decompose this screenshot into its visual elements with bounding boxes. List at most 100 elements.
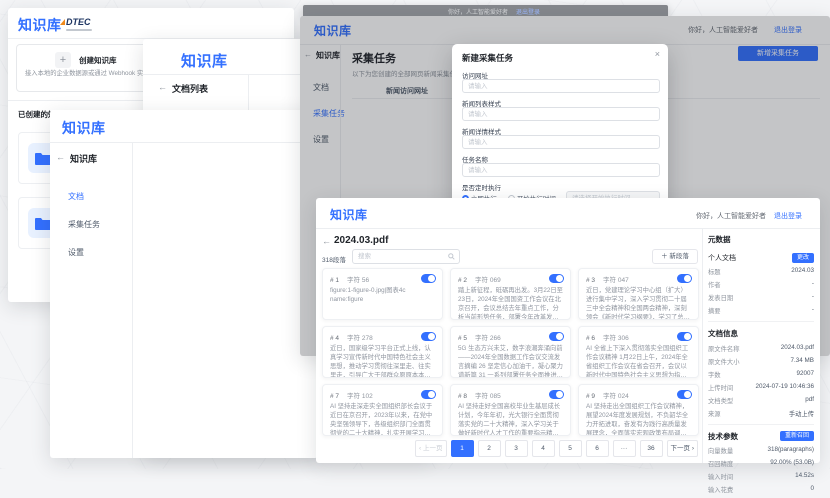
page-number[interactable]: 6	[586, 440, 609, 457]
chunk-card[interactable]: # 7 字符 102 AI 坚持走深走实全国组织部长会议于近日在京召开，2023年以…	[322, 384, 443, 436]
app-logo: 知识库	[330, 206, 368, 223]
page-ellipsis[interactable]: ···	[613, 440, 636, 457]
page-number[interactable]: 3	[505, 440, 528, 457]
chunk-char-count: 字符 047	[603, 277, 629, 284]
page-number[interactable]: 4	[532, 440, 555, 457]
chunk-char-count: 字符 266	[475, 335, 501, 342]
sidebar-item-tasks[interactable]: 采集任务	[68, 219, 100, 230]
chunk-toggle[interactable]	[549, 332, 564, 341]
meta-row: 文档类型pdf	[708, 396, 814, 405]
metadata-sidebar: 元数据 更改 个人文档 标题2024.03 作者- 发表日期- 摘要- 文档信息…	[708, 228, 814, 498]
sidebar-item-settings[interactable]: 设置	[68, 247, 84, 258]
chunk-card[interactable]: # 3 字符 047 近日，党建理论学习中心组（扩大）进行集中学习，深入学习贯彻二十…	[578, 268, 699, 320]
meta-row: 作者-	[708, 280, 814, 289]
field-input-detail-style[interactable]	[462, 135, 660, 149]
create-kb-title: 创建知识库	[79, 55, 117, 66]
chunk-id: # 1	[330, 277, 339, 284]
search-icon	[448, 253, 455, 260]
greeting-text: 你好，人工智能爱好者	[448, 7, 508, 16]
meta-row: 来源手动上传	[708, 409, 814, 418]
chunk-toggle[interactable]	[677, 332, 692, 341]
greeting-text: 你好，人工智能爱好者	[696, 211, 766, 221]
chunk-id: # 7	[330, 393, 339, 400]
chunk-toggle[interactable]	[549, 274, 564, 283]
meta-row: 原文件大小7.34 MB	[708, 357, 814, 366]
chunk-id: # 9	[586, 393, 595, 400]
recall-button[interactable]: 重新召回	[780, 431, 814, 441]
meta-row: 发表日期-	[708, 293, 814, 302]
page-number[interactable]: 5	[559, 440, 582, 457]
metadata-heading: 元数据	[708, 234, 814, 245]
add-paragraph-button[interactable]: ＋ 新段落	[652, 249, 698, 264]
tech-heading: 技术参数	[708, 431, 738, 442]
field-input-url[interactable]	[462, 79, 660, 93]
chunk-id: # 2	[458, 277, 467, 284]
meta-row: 上传时间2024-07-19 10:46:36	[708, 383, 814, 392]
chunk-id: # 5	[458, 335, 467, 342]
edit-personal-button[interactable]: 更改	[792, 253, 814, 263]
chunk-card[interactable]: # 1字符 56figure:1-figure-0.jpg|图表4c name:…	[322, 268, 443, 320]
close-icon[interactable]: ×	[655, 49, 660, 59]
chunk-toggle[interactable]	[421, 274, 436, 283]
chunk-grid: # 1字符 56figure:1-figure-0.jpg|图表4c name:…	[322, 268, 700, 436]
dtec-logo-caption	[66, 29, 92, 31]
chunk-card[interactable]: # 8字符 085AI 坚持走好全国高校毕业生基层成长计划，今年年初，光大银行全…	[450, 384, 571, 436]
search-box	[352, 249, 460, 264]
page-number[interactable]: 2	[478, 440, 501, 457]
chunk-char-count: 字符 085	[475, 393, 501, 400]
meta-row: 召回精度92.00% (53.0B)	[708, 459, 814, 468]
personal-doc-label: 个人文档	[708, 255, 736, 262]
sidebar-item-docs[interactable]: 文档	[68, 191, 84, 202]
page-number[interactable]: 1	[451, 440, 474, 457]
app-logo: 知识库	[181, 50, 228, 71]
chunk-card[interactable]: # 5 字符 266 5G 生态方兴未艾，数字浪潮奔涌向前——2024年全国数据工作…	[450, 326, 571, 378]
chunk-id: # 4	[330, 335, 339, 342]
chunk-id: # 6	[586, 335, 595, 342]
meta-row: 输入时间14.52s	[708, 472, 814, 481]
logout-link[interactable]: 退出登录	[516, 7, 540, 16]
chunk-toggle[interactable]	[677, 274, 692, 283]
meta-row: 摘要-	[708, 306, 814, 315]
chunk-toggle[interactable]	[549, 390, 564, 399]
plus-icon: +	[55, 52, 71, 68]
chunk-id: # 3	[586, 277, 595, 284]
chunk-char-count: 字符 56	[347, 277, 369, 284]
page-next[interactable]: 下一页 ›	[667, 440, 698, 457]
chunk-text: 5G 生态方兴未艾，数字浪潮奔涌向前——2024年全国数据工作会议交流发言摘编 …	[458, 344, 564, 378]
back-icon[interactable]: ←	[158, 82, 167, 92]
back-icon[interactable]: ←	[322, 236, 331, 246]
chunk-text: AI 坚持走深走实全国组织部长会议于近日在京召开，2023年以来，在党中央坚强领…	[330, 402, 436, 436]
chunk-total: 318段落	[322, 254, 346, 264]
schedule-label: 是否定时执行	[462, 182, 501, 192]
dtec-logo-triangle	[60, 19, 65, 25]
chunk-card[interactable]: # 4字符 278近日，国家级学习平台正式上线，认真学习宣传新时代中国特色社会主…	[322, 326, 443, 378]
window-kb-nav: 知识库 ← 知识库 文档 采集任务 设置	[50, 110, 318, 458]
chunk-toggle[interactable]	[421, 390, 436, 399]
chunk-card[interactable]: # 9字符 024AI 坚持走出全国组织工作会议精神，展望2024年度发展规划，…	[578, 384, 699, 436]
chunk-text: 近日，党建理论学习中心组（扩大）进行集中学习，深入学习贯彻二十届三中全会精神和全…	[586, 286, 692, 320]
doc-list-title: 文档列表	[172, 82, 208, 95]
chunk-text: AI 全省上下深入贯彻落实全国组织工作会议精神 1月22日上午，2024年全省组…	[586, 344, 692, 378]
chunk-toggle[interactable]	[421, 332, 436, 341]
field-input-list-style[interactable]	[462, 107, 660, 121]
chunk-card[interactable]: # 6 字符 306 AI 全省上下深入贯彻落实全国组织工作会议精神 1月22日上午…	[578, 326, 699, 378]
field-input-task-name[interactable]	[462, 163, 660, 177]
pagination: ‹ 上一页 1 2 3 4 5 6 ··· 36 下一页 ›	[322, 440, 698, 457]
logout-link[interactable]: 退出登录	[774, 211, 802, 221]
page-prev[interactable]: ‹ 上一页	[415, 440, 446, 457]
search-input[interactable]	[352, 249, 460, 264]
kb-title: 知识库	[70, 152, 97, 165]
dtec-logo: DTEC	[60, 17, 91, 27]
chunk-char-count: 字符 306	[603, 335, 629, 342]
doc-title: 2024.03.pdf	[334, 235, 388, 246]
meta-row: 输入花费0	[708, 485, 814, 494]
chunk-text: 踏上新征程，砥砺再出发。3月22日至23日，2024年全国国资工作会议在北京召开…	[458, 286, 564, 320]
back-icon[interactable]: ←	[56, 152, 65, 162]
chunk-text: AI 坚持走出全国组织工作会议精神，展望2024年度发展规划，不负韶华全力开拓进…	[586, 402, 692, 436]
page-number[interactable]: 36	[640, 440, 663, 457]
chunk-card[interactable]: # 2字符 069踏上新征程，砥砺再出发。3月22日至23日，2024年全国国资…	[450, 268, 571, 320]
chunk-toggle[interactable]	[677, 390, 692, 399]
chunk-text: AI 坚持走好全国高校毕业生基层成长计划，今年年初，光大银行全面贯彻落实党的二十…	[458, 402, 564, 436]
meta-row: 原文件名称2024.03.pdf	[708, 344, 814, 353]
chunk-char-count: 字符 102	[347, 393, 373, 400]
